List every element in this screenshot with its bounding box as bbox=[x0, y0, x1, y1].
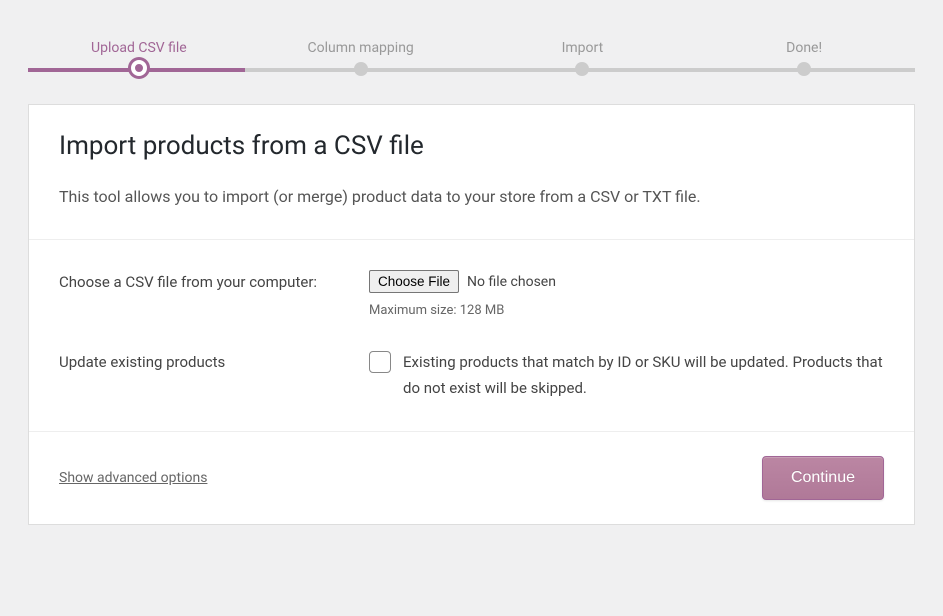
file-status: No file chosen bbox=[467, 274, 556, 290]
file-control: Choose File No file chosen Maximum size:… bbox=[369, 270, 884, 318]
choose-file-button[interactable]: Choose File bbox=[369, 270, 459, 293]
file-input[interactable]: Choose File No file chosen bbox=[369, 270, 884, 293]
step-label: Upload CSV file bbox=[91, 40, 187, 56]
update-existing-checkbox[interactable] bbox=[369, 351, 391, 373]
update-label: Update existing products bbox=[59, 350, 369, 374]
step-dot-icon bbox=[354, 62, 368, 76]
step-done: Done! bbox=[693, 40, 915, 64]
card-footer: Show advanced options Continue bbox=[29, 431, 914, 524]
step-column-mapping: Column mapping bbox=[250, 40, 472, 64]
step-dot-icon bbox=[575, 62, 589, 76]
page-description: This tool allows you to import (or merge… bbox=[59, 185, 884, 209]
card-header: Import products from a CSV file This too… bbox=[29, 105, 914, 239]
file-row: Choose a CSV file from your computer: Ch… bbox=[59, 270, 884, 318]
update-description: Existing products that match by ID or SK… bbox=[403, 350, 884, 401]
progress-wizard: Upload CSV file Column mapping Import Do… bbox=[28, 0, 915, 104]
import-card: Import products from a CSV file This too… bbox=[28, 104, 915, 525]
step-upload: Upload CSV file bbox=[28, 40, 250, 64]
file-label: Choose a CSV file from your computer: bbox=[59, 270, 369, 294]
step-label: Column mapping bbox=[307, 40, 413, 56]
continue-button[interactable]: Continue bbox=[762, 456, 884, 500]
step-dot-icon bbox=[131, 60, 147, 76]
step-label: Done! bbox=[786, 40, 822, 56]
page-title: Import products from a CSV file bbox=[59, 131, 884, 161]
show-advanced-link[interactable]: Show advanced options bbox=[59, 470, 207, 486]
update-control: Existing products that match by ID or SK… bbox=[369, 350, 884, 401]
step-label: Import bbox=[562, 40, 604, 56]
step-import: Import bbox=[472, 40, 694, 64]
card-body: Choose a CSV file from your computer: Ch… bbox=[29, 239, 914, 431]
step-dot-icon bbox=[797, 62, 811, 76]
update-row: Update existing products Existing produc… bbox=[59, 350, 884, 401]
file-size-hint: Maximum size: 128 MB bbox=[369, 303, 884, 318]
